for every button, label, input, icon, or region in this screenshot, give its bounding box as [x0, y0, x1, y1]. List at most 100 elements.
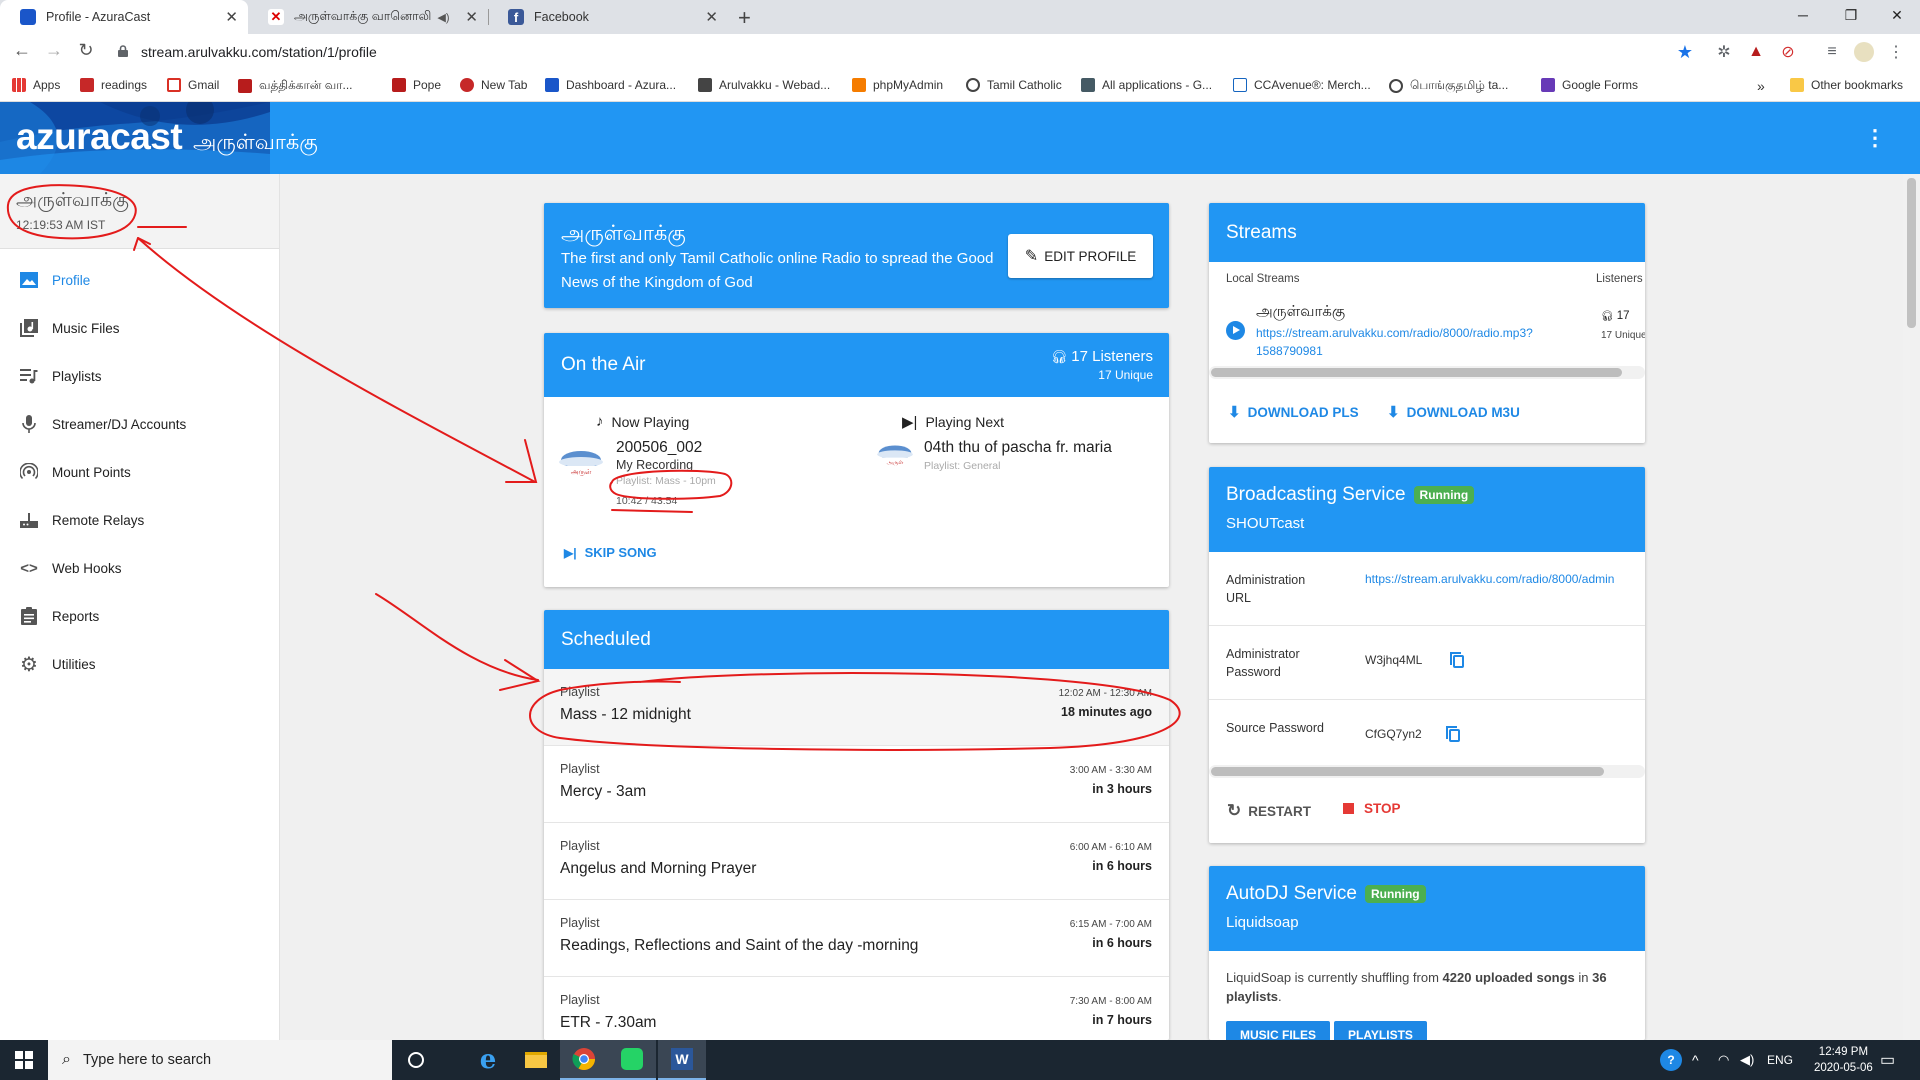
autodj-text-pre: LiquidSoap is currently shuffling from — [1226, 970, 1443, 985]
close-window-icon[interactable]: ✕ — [1874, 0, 1920, 30]
restart-button[interactable]: ↻ RESTART — [1227, 801, 1311, 821]
bookmark-pongutamil[interactable]: பொங்குதமிழ் ta... — [1389, 78, 1508, 94]
azuracast-logo[interactable]: azuracast — [16, 116, 183, 158]
edge-browser-icon[interactable]: e — [464, 1040, 512, 1080]
address-bar[interactable]: stream.arulvakku.com/station/1/profile — [141, 44, 377, 60]
new-tab-icon[interactable]: + — [738, 5, 751, 31]
bookmark-other[interactable]: Other bookmarks — [1790, 78, 1903, 92]
file-explorer-icon[interactable] — [512, 1040, 560, 1080]
sidebar-item-web-hooks[interactable]: <> Web Hooks — [0, 548, 279, 588]
schedule-relative-time: in 6 hours — [1092, 859, 1152, 873]
skip-song-button[interactable]: ▶| SKIP SONG — [564, 545, 657, 560]
scrollbar-thumb[interactable] — [1211, 767, 1604, 776]
music-files-button[interactable]: MUSIC FILES — [1226, 1021, 1331, 1040]
streams-horizontal-scrollbar[interactable] — [1209, 366, 1645, 379]
word-icon[interactable]: W — [658, 1040, 706, 1080]
close-tab-icon[interactable]: ✕ — [705, 8, 718, 26]
download-pls-button[interactable]: ⬇ DOWNLOAD PLS — [1228, 403, 1359, 421]
headphones-icon: 🎧︎ — [1050, 349, 1068, 364]
scrollbar-thumb[interactable] — [1907, 178, 1916, 328]
bookmark-arulvakku-webad[interactable]: Arulvakku - Webad... — [698, 78, 830, 92]
chrome-browser-icon[interactable] — [560, 1040, 608, 1080]
broadcasting-title-text: Broadcasting Service — [1226, 484, 1406, 505]
close-tab-icon[interactable]: ✕ — [465, 8, 478, 26]
bookmark-phpmyadmin[interactable]: phpMyAdmin — [852, 78, 943, 92]
play-stream-icon[interactable] — [1226, 321, 1245, 340]
broadcasting-horizontal-scrollbar[interactable] — [1209, 765, 1645, 778]
bookmark-google-forms[interactable]: Google Forms — [1541, 78, 1638, 92]
sidebar-item-music-files[interactable]: Music Files — [0, 308, 279, 348]
tab-facebook[interactable]: f Facebook ✕ — [488, 0, 728, 34]
copy-icon[interactable] — [1446, 726, 1460, 742]
on-the-air-header: On the Air 🎧︎ 17 Listeners 17 Unique — [544, 333, 1169, 397]
language-indicator[interactable]: ENG — [1767, 1040, 1793, 1080]
sidebar-item-utilities[interactable]: ⚙ Utilities — [0, 644, 279, 684]
download-m3u-button[interactable]: ⬇ DOWNLOAD M3U — [1387, 403, 1520, 421]
bookmark-all-applications[interactable]: All applications - G... — [1081, 78, 1212, 92]
windows-start-button[interactable] — [0, 1040, 48, 1080]
speaker-icon[interactable]: ◀) — [437, 11, 449, 24]
bookmark-apps[interactable]: Apps — [12, 78, 60, 92]
bookmark-vatican[interactable]: வத்திக்கான் வா... — [238, 78, 352, 94]
annotation-arrowhead-schedule — [499, 659, 541, 691]
sidebar-item-mount-points[interactable]: Mount Points — [0, 452, 279, 492]
stop-button[interactable]: STOP — [1343, 801, 1401, 816]
playing-next-title: 04th thu of pascha fr. maria — [924, 439, 1112, 456]
restore-icon[interactable]: ❐ — [1828, 0, 1874, 30]
minimize-icon[interactable]: ─ — [1780, 0, 1826, 30]
taskbar-clock[interactable]: 12:49 PM 2020-05-06 — [1814, 1044, 1873, 1076]
bookmark-readings[interactable]: readings — [80, 78, 147, 92]
back-arrow-icon[interactable]: ← — [10, 40, 34, 61]
bookmark-star-icon[interactable]: ★ — [1674, 41, 1696, 63]
sidebar-item-profile[interactable]: Profile — [0, 260, 279, 300]
whatsapp-icon[interactable] — [608, 1040, 656, 1080]
sidebar-item-streamer-dj-accounts[interactable]: Streamer/DJ Accounts — [0, 404, 279, 444]
notifications-icon[interactable]: ▭ — [1880, 1040, 1895, 1080]
reload-icon[interactable]: ↻ — [74, 40, 98, 61]
more-vert-icon[interactable]: ⋮ — [1864, 127, 1886, 150]
bookmark-ccavenue[interactable]: CCAvenue®: Merch... — [1233, 78, 1371, 92]
bookmark-dashboard-azura[interactable]: Dashboard - Azura... — [545, 78, 676, 92]
playlists-button[interactable]: PLAYLISTS — [1334, 1021, 1427, 1040]
pdf-extension-icon[interactable]: ▲ — [1745, 41, 1767, 63]
tab-arulvakku-radio[interactable]: ✕ அருள்வாக்கு வானொலி ◀) ✕ — [248, 0, 489, 34]
sidebar-item-reports[interactable]: Reports — [0, 596, 279, 636]
sidebar-item-playlists[interactable]: Playlists — [0, 356, 279, 396]
help-icon[interactable]: ? — [1660, 1040, 1682, 1080]
bookmark-pope[interactable]: Pope — [392, 78, 441, 92]
skip-next-icon: ▶| — [564, 545, 577, 560]
adblock-extension-icon[interactable]: ⊘ — [1777, 41, 1799, 63]
stream-url-link[interactable]: https://stream.arulvakku.com/radio/8000/… — [1256, 324, 1586, 360]
sidebar-item-label: Profile — [52, 272, 91, 288]
taskbar-search-input[interactable]: ⌕ Type here to search — [48, 1040, 392, 1080]
edit-profile-button[interactable]: ✎ EDIT PROFILE — [1008, 234, 1153, 278]
media-queue-icon[interactable]: ≡ — [1821, 41, 1843, 63]
windows-taskbar: ⌕ Type here to search e W ? ^ ◠ ◀) ENG 1… — [0, 1040, 1920, 1080]
copy-icon[interactable] — [1450, 652, 1464, 668]
tab-profile-azuracast[interactable]: Profile - AzuraCast ✕ — [0, 0, 248, 34]
admin-url-key: Administration URL — [1226, 573, 1306, 605]
scrollbar-thumb[interactable] — [1211, 368, 1622, 377]
chevron-up-icon[interactable]: ^ — [1692, 1040, 1699, 1080]
wifi-icon[interactable]: ◠ — [1718, 1040, 1729, 1080]
sidebar-item-remote-relays[interactable]: Remote Relays — [0, 500, 279, 540]
page-vertical-scrollbar[interactable] — [1903, 174, 1920, 1040]
admin-password-row: Administrator Password W3jhq4ML — [1209, 626, 1645, 700]
bookmarks-overflow[interactable]: » — [1757, 78, 1765, 94]
extension-puzzle-icon[interactable]: ✲ — [1713, 41, 1735, 63]
bookmark-gmail[interactable]: Gmail — [167, 78, 219, 92]
download-pls-label: DOWNLOAD PLS — [1247, 404, 1359, 420]
bookmark-new-tab[interactable]: New Tab — [460, 78, 527, 92]
close-tab-icon[interactable]: ✕ — [225, 8, 238, 26]
profile-avatar-icon[interactable] — [1853, 41, 1875, 63]
task-view-icon[interactable] — [392, 1040, 440, 1080]
google-forms-icon — [1541, 78, 1555, 92]
profile-description: The first and only Tamil Catholic online… — [561, 250, 994, 291]
volume-icon[interactable]: ◀) — [1740, 1040, 1754, 1080]
bookmark-tamil-catholic[interactable]: Tamil Catholic — [966, 78, 1062, 92]
forward-arrow-icon[interactable]: → — [42, 40, 66, 61]
admin-url-link[interactable]: https://stream.arulvakku.com/radio/8000/… — [1365, 572, 1614, 586]
chrome-menu-icon[interactable]: ⋮ — [1885, 41, 1907, 63]
schedule-time-range: 6:00 AM - 6:10 AM — [1069, 842, 1152, 853]
source-password-row: Source Password CfGQ7yn2 — [1209, 700, 1645, 774]
